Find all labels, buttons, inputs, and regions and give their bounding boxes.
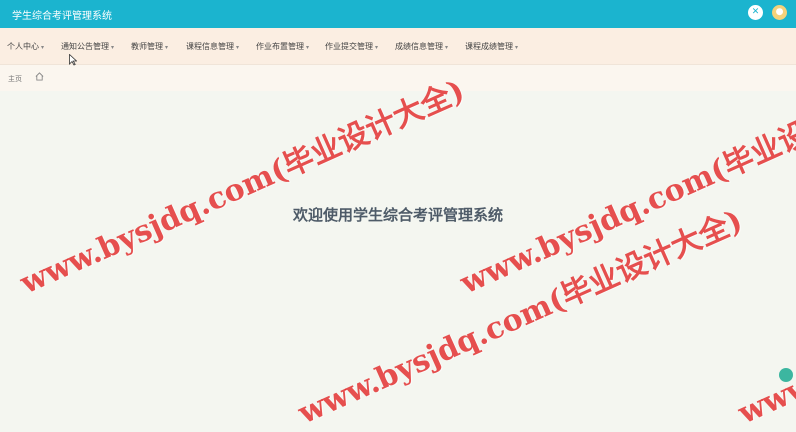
chevron-down-icon: ▾ xyxy=(306,44,310,51)
nav-item-personal-center[interactable]: 个人中心 ▾ xyxy=(7,41,44,52)
top-header: 学生综合考评管理系统 ✕ ● xyxy=(0,0,796,28)
nav-item-teacher-management[interactable]: 教师管理 ▾ xyxy=(131,41,168,52)
nav-item-label: 作业布置管理 xyxy=(256,42,304,51)
nav-item-label: 课程信息管理 xyxy=(186,42,234,51)
chevron-down-icon: ▾ xyxy=(515,44,519,51)
nav-item-label: 作业提交管理 xyxy=(325,42,373,51)
chevron-down-icon: ▾ xyxy=(236,44,240,51)
chevron-down-icon: ▾ xyxy=(165,44,169,51)
nav-item-course-info-management[interactable]: 课程信息管理 ▾ xyxy=(186,41,239,52)
nav-item-course-score-management[interactable]: 课程成绩管理 ▾ xyxy=(465,41,518,52)
nav-item-notice-management[interactable]: 通知公告管理 ▾ xyxy=(61,41,114,52)
watermark: www.bysjdq.com(毕业设计大全) xyxy=(15,73,470,302)
mouse-cursor-icon xyxy=(69,54,77,66)
breadcrumb: 主页 xyxy=(0,64,796,91)
chevron-down-icon: ▾ xyxy=(445,44,449,51)
breadcrumb-home-link[interactable]: 主页 xyxy=(8,74,22,84)
nav-item-label: 教师管理 xyxy=(131,42,163,51)
home-icon[interactable] xyxy=(35,72,44,81)
nav-item-homework-submit-management[interactable]: 作业提交管理 ▾ xyxy=(325,41,378,52)
nav-item-label: 成绩信息管理 xyxy=(395,42,443,51)
nav-item-label: 课程成绩管理 xyxy=(465,42,513,51)
nav-item-label: 通知公告管理 xyxy=(61,42,109,51)
chevron-down-icon: ▾ xyxy=(41,44,45,51)
close-icon[interactable]: ✕ xyxy=(748,5,763,20)
settings-icon[interactable] xyxy=(779,368,793,382)
user-icon[interactable]: ● xyxy=(772,5,787,20)
chevron-down-icon: ▾ xyxy=(375,44,379,51)
app-title: 学生综合考评管理系统 xyxy=(12,11,112,22)
main-nav: 个人中心 ▾ 通知公告管理 ▾ 教师管理 ▾ 课程信息管理 ▾ 作业布置管理 ▾ 作业提交… xyxy=(0,28,796,64)
nav-item-score-info-management[interactable]: 成绩信息管理 ▾ xyxy=(395,41,448,52)
nav-item-homework-assign-management[interactable]: 作业布置管理 ▾ xyxy=(256,41,309,52)
nav-item-label: 个人中心 xyxy=(7,42,39,51)
chevron-down-icon: ▾ xyxy=(111,44,115,51)
